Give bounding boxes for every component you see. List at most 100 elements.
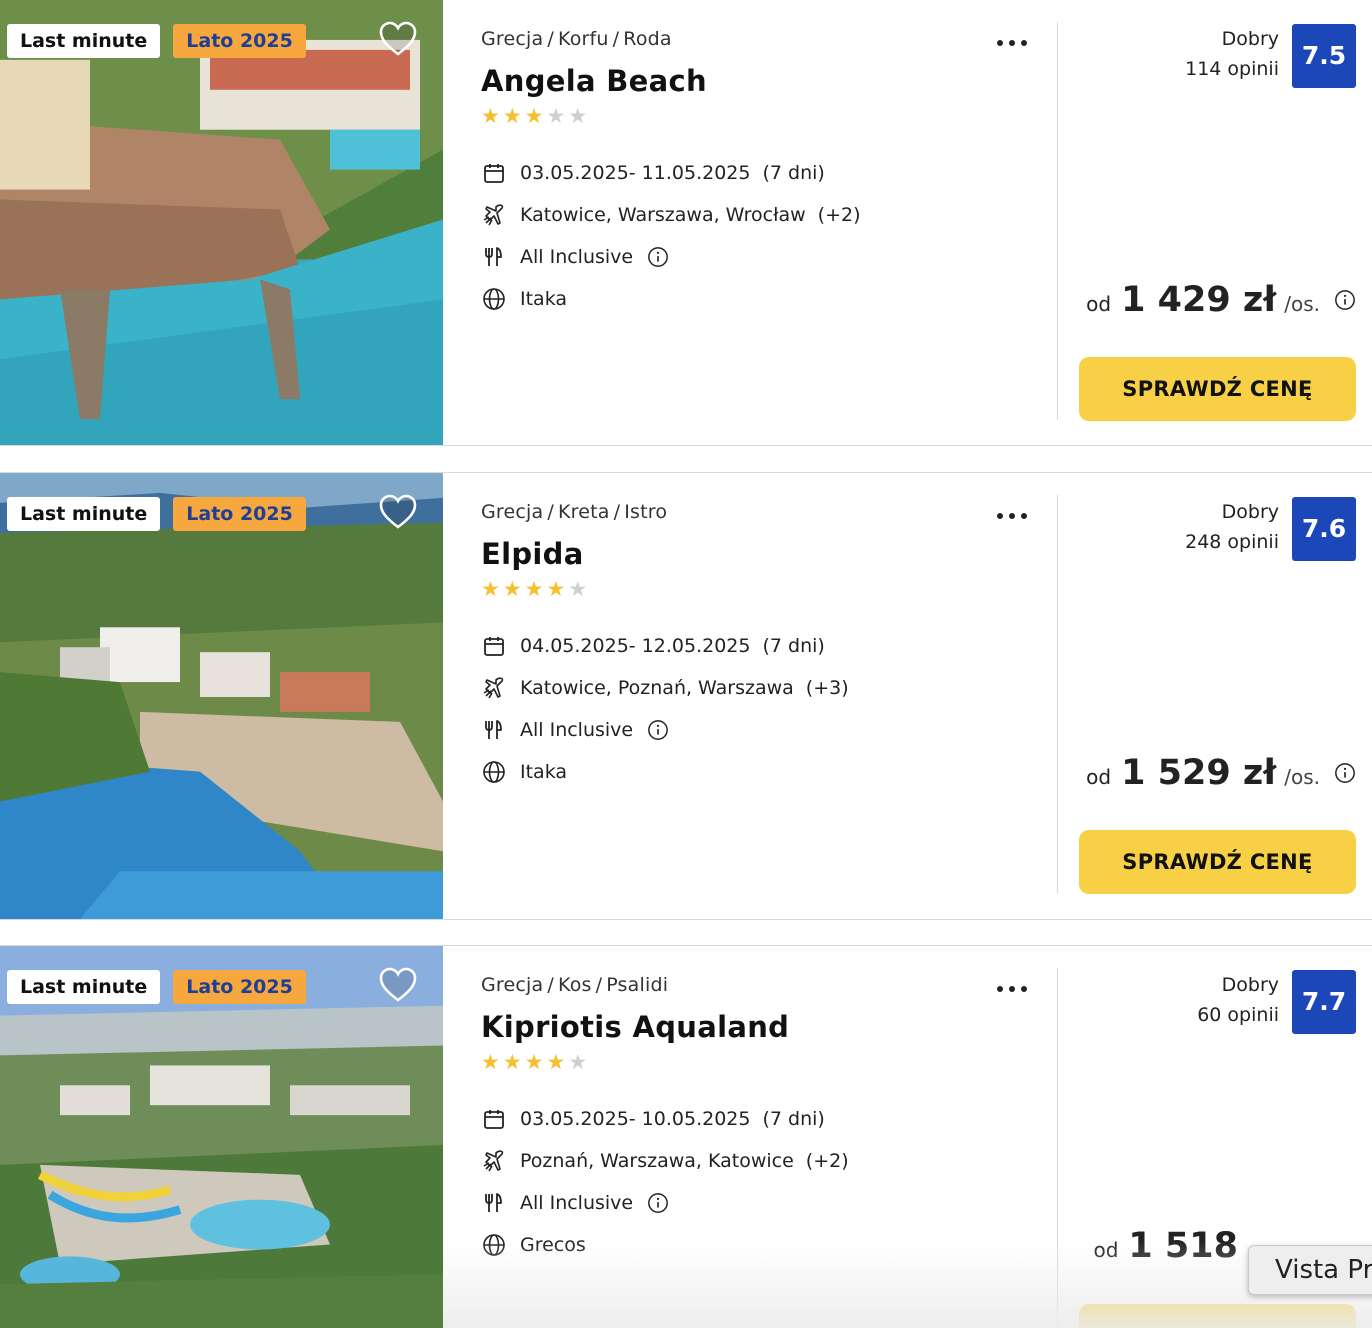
- airports-row: Poznań, Warszawa, Katowice (+2): [481, 1140, 1041, 1182]
- operator-text: Itaka: [520, 288, 568, 310]
- badges: Last minute Lato 2025: [7, 24, 306, 58]
- more-dots-icon[interactable]: [992, 501, 1032, 531]
- operator-text: Grecos: [520, 1234, 586, 1256]
- star-icon: ★: [502, 104, 522, 128]
- globe-icon: [481, 286, 507, 312]
- badges: Last minute Lato 2025: [7, 497, 306, 531]
- rating-label: Dobry: [1221, 28, 1279, 50]
- breadcrumb-country[interactable]: Grecja: [481, 974, 543, 996]
- airports-more[interactable]: (+2): [806, 1150, 849, 1172]
- cutlery-icon: [481, 1190, 507, 1216]
- airports-row: Katowice, Poznań, Warszawa (+3): [481, 667, 1041, 709]
- duration-text: (7 dni): [762, 162, 825, 184]
- reviews-count: 114 opinii: [1185, 58, 1279, 80]
- star-icon: ★: [481, 577, 500, 601]
- hotel-stars: ★ ★ ★ ★ ★: [481, 104, 1041, 128]
- check-price-button[interactable]: SPRAWDŹ CENĘ: [1079, 830, 1356, 894]
- hotel-photo[interactable]: [0, 473, 443, 919]
- airports-more[interactable]: (+3): [806, 677, 849, 699]
- offer-card: Last minute Lato 2025 Grecja / Kreta / Istro…: [0, 472, 1372, 920]
- star-icon: ★: [481, 104, 500, 128]
- divider: [1057, 968, 1058, 1328]
- badge-last-minute: Last minute: [7, 970, 161, 1004]
- more-dots-icon[interactable]: [992, 974, 1032, 1004]
- price: od 1 518: [1093, 1226, 1238, 1266]
- price-suffix: /os.: [1284, 765, 1320, 789]
- board-text: All Inclusive: [520, 246, 634, 268]
- check-price-button[interactable]: [1079, 1304, 1356, 1328]
- heart-icon[interactable]: [378, 493, 418, 531]
- check-price-button[interactable]: SPRAWDŹ CENĘ: [1079, 357, 1356, 421]
- price-amount: 1 529 zł: [1121, 753, 1277, 793]
- info-icon[interactable]: [647, 719, 669, 741]
- breadcrumb-city[interactable]: Istro: [624, 501, 667, 523]
- dates-row: 03.05.2025- 11.05.2025 (7 dni): [481, 152, 1041, 194]
- more-dots-icon[interactable]: [992, 28, 1032, 58]
- breadcrumb: Grecja / Kos / Psalidi: [481, 974, 669, 996]
- rating-label: Dobry: [1221, 501, 1279, 523]
- dates-row: 03.05.2025- 10.05.2025 (7 dni): [481, 1098, 1041, 1140]
- breadcrumb-region[interactable]: Kos: [558, 974, 592, 996]
- price-prefix: od: [1086, 765, 1112, 789]
- badge-season: Lato 2025: [173, 497, 306, 531]
- dates-text: 03.05.2025- 11.05.2025: [520, 162, 751, 184]
- board-row: All Inclusive: [481, 1182, 1041, 1224]
- info-icon[interactable]: [647, 246, 669, 268]
- hotel-name[interactable]: Kipriotis Aqualand: [481, 1010, 1041, 1044]
- heart-icon[interactable]: [378, 20, 418, 58]
- breadcrumb-region[interactable]: Kreta: [558, 501, 610, 523]
- star-icon: ★: [524, 104, 544, 128]
- price: od 1 529 zł /os.: [1086, 753, 1356, 793]
- offer-info: Grecja / Korfu / Roda Angela Beach ★ ★ ★ ★ ★…: [481, 28, 1041, 320]
- breadcrumb-city[interactable]: Psalidi: [606, 974, 668, 996]
- plane-icon: [481, 675, 507, 701]
- rating-score: 7.5: [1292, 24, 1356, 88]
- price-suffix: /os.: [1284, 292, 1320, 316]
- star-icon: ★: [524, 577, 544, 601]
- price: od 1 429 zł /os.: [1086, 280, 1356, 320]
- star-icon: ★: [524, 1050, 544, 1074]
- hotel-name[interactable]: Angela Beach: [481, 64, 1041, 98]
- star-icon: ★: [546, 1050, 566, 1074]
- badge-season: Lato 2025: [173, 24, 306, 58]
- cutlery-icon: [481, 244, 507, 270]
- hotel-photo[interactable]: [0, 0, 443, 445]
- info-icon[interactable]: [1334, 289, 1356, 311]
- breadcrumb-city[interactable]: Roda: [623, 28, 671, 50]
- rating-block[interactable]: Dobry 60 opinii 7.7: [1197, 970, 1356, 1034]
- star-empty-icon: ★: [546, 104, 566, 128]
- duration-text: (7 dni): [762, 1108, 825, 1130]
- rating-label: Dobry: [1221, 974, 1279, 996]
- cutlery-icon: [481, 717, 507, 743]
- heart-icon[interactable]: [378, 966, 418, 1004]
- breadcrumb-country[interactable]: Grecja: [481, 501, 543, 523]
- hotel-stars: ★ ★ ★ ★ ★: [481, 577, 1041, 601]
- rating-block[interactable]: Dobry 114 opinii 7.5: [1185, 24, 1356, 88]
- duration-text: (7 dni): [762, 635, 825, 657]
- calendar-icon: [481, 160, 507, 186]
- tooltip: Vista Pr: [1248, 1245, 1372, 1295]
- breadcrumb-country[interactable]: Grecja: [481, 28, 543, 50]
- badge-season: Lato 2025: [173, 970, 306, 1004]
- breadcrumb-region[interactable]: Korfu: [558, 28, 609, 50]
- price-prefix: od: [1093, 1238, 1119, 1262]
- rating-score: 7.6: [1292, 497, 1356, 561]
- hotel-name[interactable]: Elpida: [481, 537, 1041, 571]
- star-icon: ★: [546, 577, 566, 601]
- airports-more[interactable]: (+2): [818, 204, 861, 226]
- rating-block[interactable]: Dobry 248 opinii 7.6: [1185, 497, 1356, 561]
- globe-icon: [481, 759, 507, 785]
- globe-icon: [481, 1232, 507, 1258]
- board-text: All Inclusive: [520, 1192, 634, 1214]
- info-icon[interactable]: [1334, 762, 1356, 784]
- star-empty-icon: ★: [568, 104, 588, 128]
- airports-row: Katowice, Warszawa, Wrocław (+2): [481, 194, 1041, 236]
- price-amount: 1 518: [1128, 1226, 1238, 1266]
- operator-row: Grecos: [481, 1224, 1041, 1266]
- info-icon[interactable]: [647, 1192, 669, 1214]
- badge-last-minute: Last minute: [7, 497, 161, 531]
- operator-text: Itaka: [520, 761, 568, 783]
- operator-row: Itaka: [481, 751, 1041, 793]
- rating-score: 7.7: [1292, 970, 1356, 1034]
- offer-card: Last minute Lato 2025 Grecja / Korfu / Roda …: [0, 0, 1372, 446]
